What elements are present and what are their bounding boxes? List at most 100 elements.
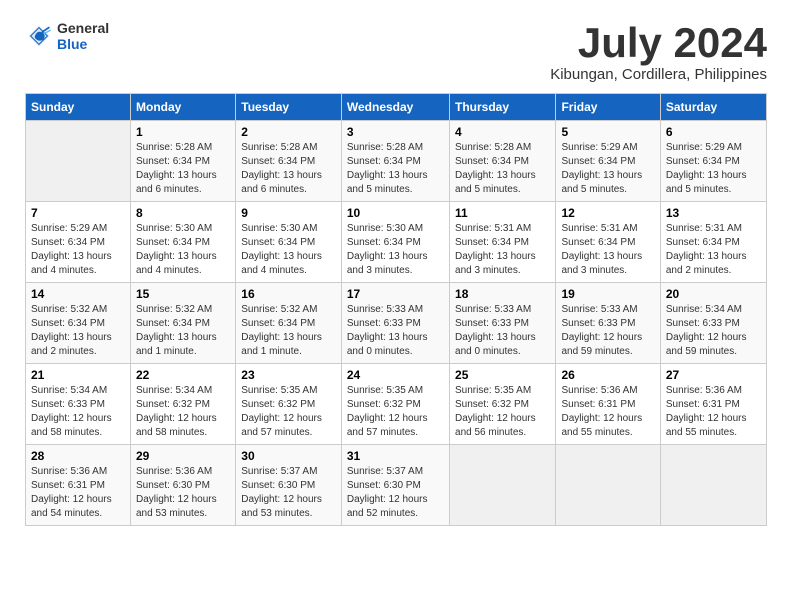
- day-info: Sunrise: 5:35 AM Sunset: 6:32 PM Dayligh…: [241, 384, 336, 440]
- calendar-week-row: 7 Sunrise: 5:29 AM Sunset: 6:34 PM Daylig…: [26, 202, 767, 283]
- calendar-cell: 11 Sunrise: 5:31 AM Sunset: 6:34 PM Dayli…: [450, 202, 556, 283]
- day-info: Sunrise: 5:36 AM Sunset: 6:31 PM Dayligh…: [666, 384, 761, 440]
- day-number: 9: [241, 206, 336, 220]
- calendar-cell: [450, 445, 556, 526]
- day-info: Sunrise: 5:34 AM Sunset: 6:33 PM Dayligh…: [666, 303, 761, 359]
- calendar-week-row: 1 Sunrise: 5:28 AM Sunset: 6:34 PM Daylig…: [26, 121, 767, 202]
- weekday-header-tuesday: Tuesday: [236, 94, 342, 121]
- day-info: Sunrise: 5:32 AM Sunset: 6:34 PM Dayligh…: [31, 303, 125, 359]
- day-info: Sunrise: 5:30 AM Sunset: 6:34 PM Dayligh…: [136, 222, 230, 278]
- calendar-cell: 30 Sunrise: 5:37 AM Sunset: 6:30 PM Dayli…: [236, 445, 342, 526]
- day-info: Sunrise: 5:28 AM Sunset: 6:34 PM Dayligh…: [347, 141, 444, 197]
- day-info: Sunrise: 5:32 AM Sunset: 6:34 PM Dayligh…: [136, 303, 230, 359]
- day-number: 3: [347, 125, 444, 139]
- day-info: Sunrise: 5:31 AM Sunset: 6:34 PM Dayligh…: [455, 222, 550, 278]
- day-number: 25: [455, 368, 550, 382]
- day-info: Sunrise: 5:28 AM Sunset: 6:34 PM Dayligh…: [136, 141, 230, 197]
- calendar-cell: 26 Sunrise: 5:36 AM Sunset: 6:31 PM Dayli…: [556, 364, 660, 445]
- day-info: Sunrise: 5:37 AM Sunset: 6:30 PM Dayligh…: [347, 465, 444, 521]
- day-info: Sunrise: 5:33 AM Sunset: 6:33 PM Dayligh…: [455, 303, 550, 359]
- day-number: 30: [241, 449, 336, 463]
- day-info: Sunrise: 5:36 AM Sunset: 6:31 PM Dayligh…: [561, 384, 654, 440]
- calendar-cell: 19Sunrise: 5:33 AM Sunset: 6:33 PM Dayli…: [556, 283, 660, 364]
- calendar-cell: 6Sunrise: 5:29 AM Sunset: 6:34 PM Daylig…: [660, 121, 766, 202]
- calendar-cell: 8Sunrise: 5:30 AM Sunset: 6:34 PM Daylig…: [131, 202, 236, 283]
- day-info: Sunrise: 5:29 AM Sunset: 6:34 PM Dayligh…: [31, 222, 125, 278]
- day-number: 27: [666, 368, 761, 382]
- calendar-cell: 3 Sunrise: 5:28 AM Sunset: 6:34 PM Daylig…: [341, 121, 449, 202]
- calendar-cell: 31 Sunrise: 5:37 AM Sunset: 6:30 PM Dayli…: [341, 445, 449, 526]
- weekday-header-monday: Monday: [131, 94, 236, 121]
- logo-icon: [25, 22, 53, 50]
- weekday-header-thursday: Thursday: [450, 94, 556, 121]
- day-number: 29: [136, 449, 230, 463]
- day-info: Sunrise: 5:37 AM Sunset: 6:30 PM Dayligh…: [241, 465, 336, 521]
- calendar-cell: 24 Sunrise: 5:35 AM Sunset: 6:32 PM Dayli…: [341, 364, 449, 445]
- day-number: 31: [347, 449, 444, 463]
- day-number: 12: [561, 206, 654, 220]
- logo-blue-text: Blue: [57, 36, 109, 52]
- calendar-week-row: 21 Sunrise: 5:34 AM Sunset: 6:33 PM Dayli…: [26, 364, 767, 445]
- day-info: Sunrise: 5:35 AM Sunset: 6:32 PM Dayligh…: [455, 384, 550, 440]
- calendar-cell: 5Sunrise: 5:29 AM Sunset: 6:34 PM Daylig…: [556, 121, 660, 202]
- day-info: Sunrise: 5:33 AM Sunset: 6:33 PM Dayligh…: [347, 303, 444, 359]
- day-info: Sunrise: 5:34 AM Sunset: 6:32 PM Dayligh…: [136, 384, 230, 440]
- day-number: 17: [347, 287, 444, 301]
- weekday-header-wednesday: Wednesday: [341, 94, 449, 121]
- title-block: July 2024 Kibungan, Cordillera, Philippi…: [550, 20, 767, 83]
- calendar-cell: [26, 121, 131, 202]
- day-number: 6: [666, 125, 761, 139]
- calendar-cell: 25 Sunrise: 5:35 AM Sunset: 6:32 PM Dayli…: [450, 364, 556, 445]
- day-number: 1: [136, 125, 230, 139]
- calendar-cell: 7 Sunrise: 5:29 AM Sunset: 6:34 PM Daylig…: [26, 202, 131, 283]
- logo: General Blue: [25, 20, 109, 52]
- day-info: Sunrise: 5:30 AM Sunset: 6:34 PM Dayligh…: [347, 222, 444, 278]
- day-number: 14: [31, 287, 125, 301]
- day-info: Sunrise: 5:30 AM Sunset: 6:34 PM Dayligh…: [241, 222, 336, 278]
- calendar-cell: 15Sunrise: 5:32 AM Sunset: 6:34 PM Dayli…: [131, 283, 236, 364]
- day-number: 2: [241, 125, 336, 139]
- day-number: 23: [241, 368, 336, 382]
- calendar-week-row: 14 Sunrise: 5:32 AM Sunset: 6:34 PM Dayli…: [26, 283, 767, 364]
- calendar-cell: 9 Sunrise: 5:30 AM Sunset: 6:34 PM Daylig…: [236, 202, 342, 283]
- day-number: 11: [455, 206, 550, 220]
- calendar-cell: 16Sunrise: 5:32 AM Sunset: 6:34 PM Dayli…: [236, 283, 342, 364]
- calendar-cell: 18Sunrise: 5:33 AM Sunset: 6:33 PM Dayli…: [450, 283, 556, 364]
- calendar-cell: [556, 445, 660, 526]
- day-number: 10: [347, 206, 444, 220]
- day-info: Sunrise: 5:28 AM Sunset: 6:34 PM Dayligh…: [455, 141, 550, 197]
- day-number: 22: [136, 368, 230, 382]
- day-info: Sunrise: 5:34 AM Sunset: 6:33 PM Dayligh…: [31, 384, 125, 440]
- calendar-cell: 20 Sunrise: 5:34 AM Sunset: 6:33 PM Dayli…: [660, 283, 766, 364]
- day-info: Sunrise: 5:31 AM Sunset: 6:34 PM Dayligh…: [561, 222, 654, 278]
- calendar-cell: 12 Sunrise: 5:31 AM Sunset: 6:34 PM Dayli…: [556, 202, 660, 283]
- day-info: Sunrise: 5:35 AM Sunset: 6:32 PM Dayligh…: [347, 384, 444, 440]
- calendar-cell: 23 Sunrise: 5:35 AM Sunset: 6:32 PM Dayli…: [236, 364, 342, 445]
- calendar-week-row: 28Sunrise: 5:36 AM Sunset: 6:31 PM Dayli…: [26, 445, 767, 526]
- calendar-cell: 21 Sunrise: 5:34 AM Sunset: 6:33 PM Dayli…: [26, 364, 131, 445]
- day-info: Sunrise: 5:29 AM Sunset: 6:34 PM Dayligh…: [561, 141, 654, 197]
- logo-general-text: General: [57, 20, 109, 36]
- day-number: 19: [561, 287, 654, 301]
- calendar-cell: 28Sunrise: 5:36 AM Sunset: 6:31 PM Dayli…: [26, 445, 131, 526]
- calendar-cell: 17 Sunrise: 5:33 AM Sunset: 6:33 PM Dayli…: [341, 283, 449, 364]
- day-number: 20: [666, 287, 761, 301]
- day-number: 24: [347, 368, 444, 382]
- calendar-cell: 10 Sunrise: 5:30 AM Sunset: 6:34 PM Dayli…: [341, 202, 449, 283]
- calendar-cell: [660, 445, 766, 526]
- calendar-cell: 27 Sunrise: 5:36 AM Sunset: 6:31 PM Dayli…: [660, 364, 766, 445]
- calendar-cell: 4 Sunrise: 5:28 AM Sunset: 6:34 PM Daylig…: [450, 121, 556, 202]
- calendar-cell: 22 Sunrise: 5:34 AM Sunset: 6:32 PM Dayli…: [131, 364, 236, 445]
- month-title: July 2024: [550, 20, 767, 66]
- day-number: 26: [561, 368, 654, 382]
- weekday-header-row: SundayMondayTuesdayWednesdayThursdayFrid…: [26, 94, 767, 121]
- calendar-cell: 1 Sunrise: 5:28 AM Sunset: 6:34 PM Daylig…: [131, 121, 236, 202]
- day-number: 4: [455, 125, 550, 139]
- day-number: 21: [31, 368, 125, 382]
- calendar-cell: 14 Sunrise: 5:32 AM Sunset: 6:34 PM Dayli…: [26, 283, 131, 364]
- day-info: Sunrise: 5:31 AM Sunset: 6:34 PM Dayligh…: [666, 222, 761, 278]
- day-number: 7: [31, 206, 125, 220]
- header: General Blue July 2024 Kibungan, Cordill…: [25, 20, 767, 83]
- weekday-header-sunday: Sunday: [26, 94, 131, 121]
- day-info: Sunrise: 5:36 AM Sunset: 6:30 PM Dayligh…: [136, 465, 230, 521]
